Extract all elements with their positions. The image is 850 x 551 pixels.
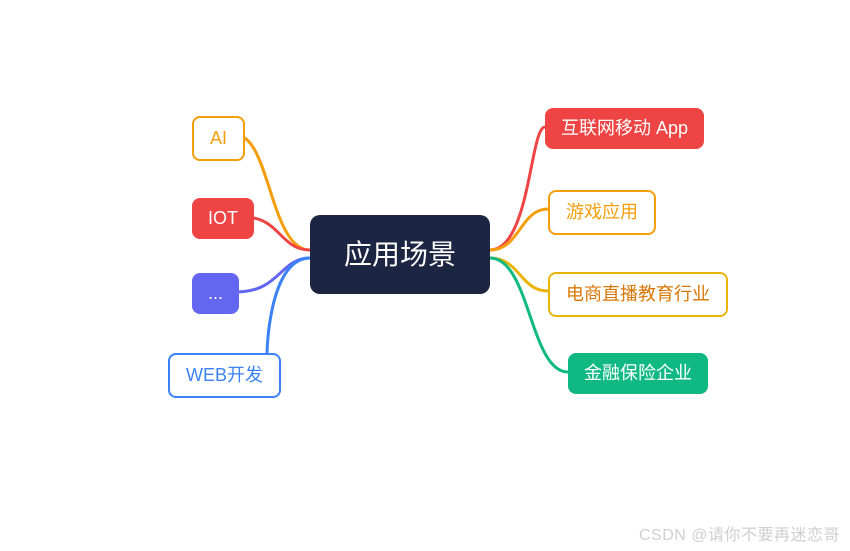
left-node-more[interactable]: ... [192, 273, 239, 314]
node-label: AI [210, 126, 227, 151]
right-node-ecommerce[interactable]: 电商直播教育行业 [548, 272, 728, 317]
center-node-label: 应用场景 [344, 235, 456, 274]
right-node-app[interactable]: 互联网移动 App [545, 108, 704, 149]
right-node-game[interactable]: 游戏应用 [548, 190, 656, 235]
node-label: 电商直播教育行业 [566, 282, 710, 307]
node-label: 游戏应用 [566, 200, 638, 225]
left-node-iot[interactable]: IOT [192, 198, 254, 239]
node-label: 金融保险企业 [584, 361, 692, 386]
left-node-web[interactable]: WEB开发 [168, 353, 281, 398]
mindmap-canvas: 应用场景 AI IOT ... WEB开发 互联网移动 App 游戏应用 电商直… [0, 0, 850, 551]
right-node-finance[interactable]: 金融保险企业 [568, 353, 708, 394]
node-label: ... [208, 281, 223, 306]
left-node-ai[interactable]: AI [192, 116, 245, 161]
watermark-text: CSDN @请你不要再迷恋哥 [639, 521, 840, 545]
node-label: 互联网移动 App [561, 116, 688, 141]
center-node[interactable]: 应用场景 [310, 215, 490, 294]
node-label: WEB开发 [186, 363, 263, 388]
node-label: IOT [208, 206, 238, 231]
